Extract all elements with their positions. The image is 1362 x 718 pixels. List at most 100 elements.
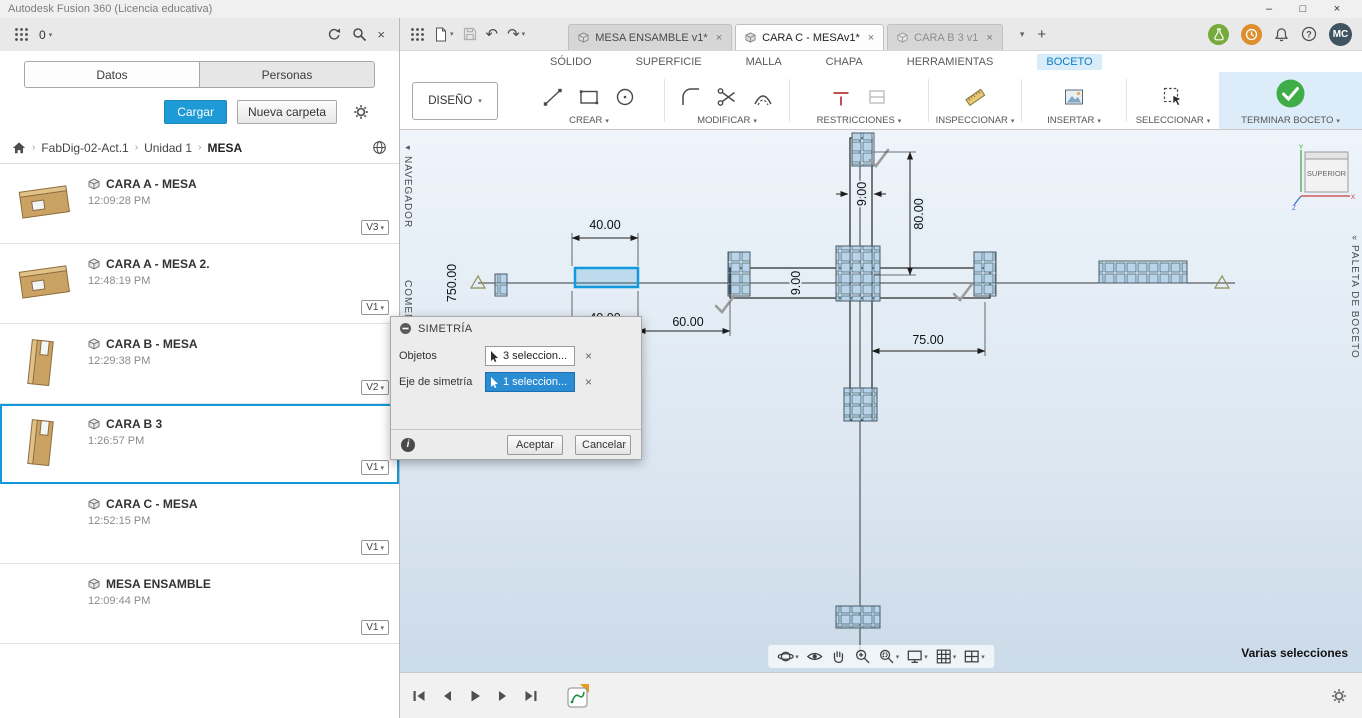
circle-tool-icon[interactable] xyxy=(612,84,638,110)
item-version-badge[interactable]: V1 ▾ xyxy=(361,300,389,315)
notification-count-dropdown[interactable]: 0 ▾ xyxy=(39,28,52,42)
tab-malla[interactable]: MALLA xyxy=(746,56,782,68)
constraint-disabled-icon[interactable] xyxy=(864,84,890,110)
timeline-step-back-button[interactable] xyxy=(438,689,456,703)
upload-button[interactable]: Cargar xyxy=(164,100,227,124)
tab-datos[interactable]: Datos xyxy=(25,62,199,87)
tab-superficie[interactable]: SUPERFICIE xyxy=(636,56,702,68)
pan-hand-icon[interactable] xyxy=(830,648,847,665)
list-item[interactable]: CARA A - MESA 12:09:28 PM V3 ▾ xyxy=(0,164,399,244)
tab-close-icon[interactable]: × xyxy=(716,32,722,44)
objects-clear-icon[interactable]: × xyxy=(585,349,592,363)
tab-solido[interactable]: SÓLIDO xyxy=(550,56,592,68)
list-item[interactable]: CARA A - MESA 2. 12:48:19 PM V1 ▾ xyxy=(0,244,399,324)
save-icon[interactable] xyxy=(463,27,477,41)
finish-sketch-check-icon[interactable] xyxy=(1275,77,1307,109)
dimension-label[interactable]: 75.00 xyxy=(911,331,946,349)
terminar-boceto-menu[interactable]: TERMINAR BOCETO ▾ xyxy=(1241,115,1340,126)
doc-tab[interactable]: MESA ENSAMBLE v1* × xyxy=(568,24,733,50)
extensions-icon[interactable] xyxy=(1208,23,1229,45)
modificar-menu[interactable]: MODIFICAR ▾ xyxy=(667,115,787,126)
timeline-step-forward-button[interactable] xyxy=(494,689,512,703)
new-tab-button[interactable]: + xyxy=(1033,26,1050,43)
app-grid-icon[interactable] xyxy=(14,27,29,42)
minimize-button[interactable]: – xyxy=(1252,3,1286,15)
seleccionar-menu[interactable]: SELECCIONAR ▾ xyxy=(1129,115,1217,126)
tab-close-icon[interactable]: × xyxy=(986,32,992,44)
insertar-menu[interactable]: INSERTAR ▾ xyxy=(1024,115,1124,126)
globe-icon[interactable] xyxy=(372,140,387,155)
breadcrumb-project[interactable]: FabDig-02-Act.1 xyxy=(41,141,128,155)
info-icon[interactable]: i xyxy=(401,437,415,452)
orbit-icon[interactable]: ▾ xyxy=(777,648,799,665)
crear-menu[interactable]: CREAR ▾ xyxy=(516,115,662,126)
grid-settings-icon[interactable]: ▾ xyxy=(935,648,956,665)
panel-settings-gear-icon[interactable] xyxy=(353,104,369,120)
item-version-badge[interactable]: V1 ▾ xyxy=(361,460,389,475)
tab-herramientas[interactable]: HERRAMIENTAS xyxy=(907,56,994,68)
insert-image-icon[interactable] xyxy=(1061,84,1087,110)
viewports-icon[interactable]: ▾ xyxy=(963,648,985,665)
item-version-badge[interactable]: V3 ▾ xyxy=(361,220,389,235)
zoom-icon[interactable] xyxy=(854,648,871,665)
model-canvas[interactable]: 40.00 750.00 40.00 60.00 9.00 xyxy=(390,130,1362,672)
item-version-badge[interactable]: V1 ▾ xyxy=(361,620,389,635)
accept-button[interactable]: Aceptar xyxy=(507,434,563,455)
list-item[interactable]: CARA B - MESA 12:29:38 PM V2 ▾ xyxy=(0,324,399,404)
new-folder-button[interactable]: Nueva carpeta xyxy=(236,100,337,124)
restricciones-menu[interactable]: RESTRICCIONES ▾ xyxy=(792,115,926,126)
zoom-window-icon[interactable]: ▾ xyxy=(878,648,899,665)
list-item[interactable]: MESA ENSAMBLE 12:09:44 PM V1 ▾ xyxy=(0,564,399,644)
line-tool-icon[interactable] xyxy=(540,84,566,110)
item-version-badge[interactable]: V2 ▾ xyxy=(361,380,389,395)
timeline-go-start-button[interactable] xyxy=(410,689,428,703)
dimension-label[interactable]: 9.00 xyxy=(787,269,805,297)
selected-profile[interactable] xyxy=(573,266,640,289)
measure-tool-icon[interactable] xyxy=(962,84,988,110)
app-grid-icon[interactable] xyxy=(410,27,425,42)
breadcrumb-folder[interactable]: Unidad 1 xyxy=(144,141,192,155)
doc-tab-active[interactable]: CARA C - MESAv1* × xyxy=(735,24,885,50)
search-icon[interactable] xyxy=(352,27,367,42)
trim-scissors-icon[interactable] xyxy=(714,84,740,110)
home-icon[interactable] xyxy=(12,141,26,155)
axis-clear-icon[interactable]: × xyxy=(585,375,592,389)
close-button[interactable]: × xyxy=(1320,3,1354,15)
cancel-button[interactable]: Cancelar xyxy=(575,434,631,455)
dialog-collapse-icon[interactable] xyxy=(399,322,412,335)
tab-chapa[interactable]: CHAPA xyxy=(826,56,863,68)
tab-personas[interactable]: Personas xyxy=(199,62,374,87)
dimension-label[interactable]: 750.00 xyxy=(443,262,461,304)
sketch-palette-flyout[interactable]: « PALETA DE BOCETO xyxy=(1349,232,1360,359)
viewcube[interactable]: Y X Z SUPERIOR xyxy=(1292,144,1356,212)
objects-selection-field[interactable]: 3 seleccion... xyxy=(485,346,575,366)
doc-tab[interactable]: CARA B 3 v1 × xyxy=(887,24,1003,50)
tab-close-icon[interactable]: × xyxy=(868,32,874,44)
help-icon[interactable]: ? xyxy=(1301,26,1317,42)
close-panel-icon[interactable]: × xyxy=(377,27,385,42)
timeline-go-end-button[interactable] xyxy=(522,689,540,703)
timeline-play-button[interactable] xyxy=(466,689,484,703)
workspace-selector[interactable]: DISEÑO ▾ xyxy=(412,81,498,120)
timeline-sketch-feature-marker[interactable] xyxy=(566,683,590,709)
item-version-badge[interactable]: V1 ▾ xyxy=(361,540,389,555)
tab-boceto[interactable]: BOCETO xyxy=(1037,53,1102,70)
fillet-tool-icon[interactable] xyxy=(678,84,704,110)
redo-icon[interactable]: ↷ ▾ xyxy=(507,27,525,42)
job-status-icon[interactable] xyxy=(1241,23,1262,45)
timeline-settings-gear-icon[interactable] xyxy=(1330,688,1348,704)
undo-icon[interactable]: ↶ xyxy=(486,27,499,42)
display-settings-icon[interactable]: ▾ xyxy=(906,648,928,665)
notifications-bell-icon[interactable] xyxy=(1274,27,1289,42)
dimension-label[interactable]: 9.00 xyxy=(853,180,871,208)
list-item-selected[interactable]: CARA B 3 1:26:57 PM V1 ▾ xyxy=(0,404,399,484)
rectangle-tool-icon[interactable] xyxy=(576,84,602,110)
navigator-flyout[interactable]: ◂ NAVEGADOR xyxy=(402,142,413,228)
dialog-header[interactable]: SIMETRÍA xyxy=(391,317,641,340)
user-avatar[interactable]: MC xyxy=(1329,22,1352,46)
axis-selection-field[interactable]: 1 seleccion... xyxy=(485,372,575,392)
horizontal-vertical-constraint-icon[interactable] xyxy=(828,84,854,110)
offset-tool-icon[interactable] xyxy=(750,84,776,110)
look-at-icon[interactable] xyxy=(806,648,823,665)
inspeccionar-menu[interactable]: INSPECCIONAR ▾ xyxy=(931,115,1019,126)
